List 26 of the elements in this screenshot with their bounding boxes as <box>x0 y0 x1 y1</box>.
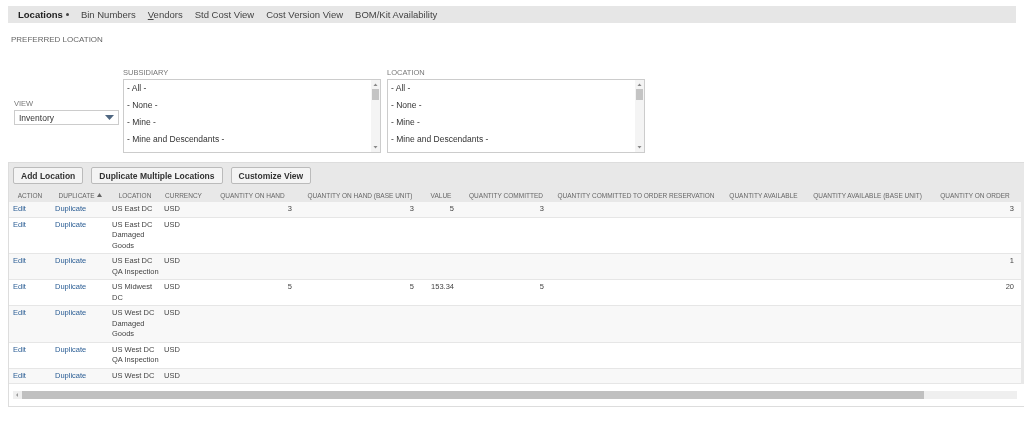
tab[interactable]: Locations <box>12 9 75 20</box>
tab[interactable]: Vendors <box>141 9 189 20</box>
list-option[interactable]: - Mine - <box>388 117 423 134</box>
list-option[interactable]: - None - <box>124 100 161 117</box>
list-option[interactable]: - None - <box>388 100 425 117</box>
list-option[interactable]: - Mine and Descendants - <box>388 134 492 151</box>
tab[interactable]: Cost Version View <box>260 9 350 20</box>
active-dot-icon <box>65 13 69 16</box>
toolbar-button[interactable]: Duplicate Multiple Locations <box>91 167 223 184</box>
list-option[interactable]: - Mine and Descendants - <box>124 134 228 151</box>
vertical-scrollbar[interactable] <box>635 80 644 152</box>
list-option[interactable]: - Mine - <box>124 117 159 134</box>
toolbar-button[interactable]: Customize View <box>230 167 312 184</box>
tab[interactable]: BOM/Kit Availability <box>349 9 444 20</box>
tab[interactable]: Std Cost View <box>188 9 261 20</box>
toolbar-button[interactable]: Add Location <box>13 167 84 184</box>
vertical-scrollbar[interactable] <box>371 80 380 152</box>
list-option[interactable]: - All - <box>388 83 414 100</box>
view-select[interactable]: Inventory <box>14 110 119 125</box>
list-box[interactable]: - All - - None - - Mine - - Mine and Descendants - <box>123 79 381 153</box>
horizontal-scrollbar[interactable] <box>13 391 1017 399</box>
section-label: PREFERRED LOCATION <box>11 35 103 44</box>
list-box[interactable]: - All - - None - - Mine - - Mine and Descendants - <box>387 79 645 153</box>
tab[interactable]: Bin Numbers <box>74 9 142 20</box>
caret-icon <box>105 115 114 120</box>
list-option[interactable]: - All - <box>124 83 150 100</box>
